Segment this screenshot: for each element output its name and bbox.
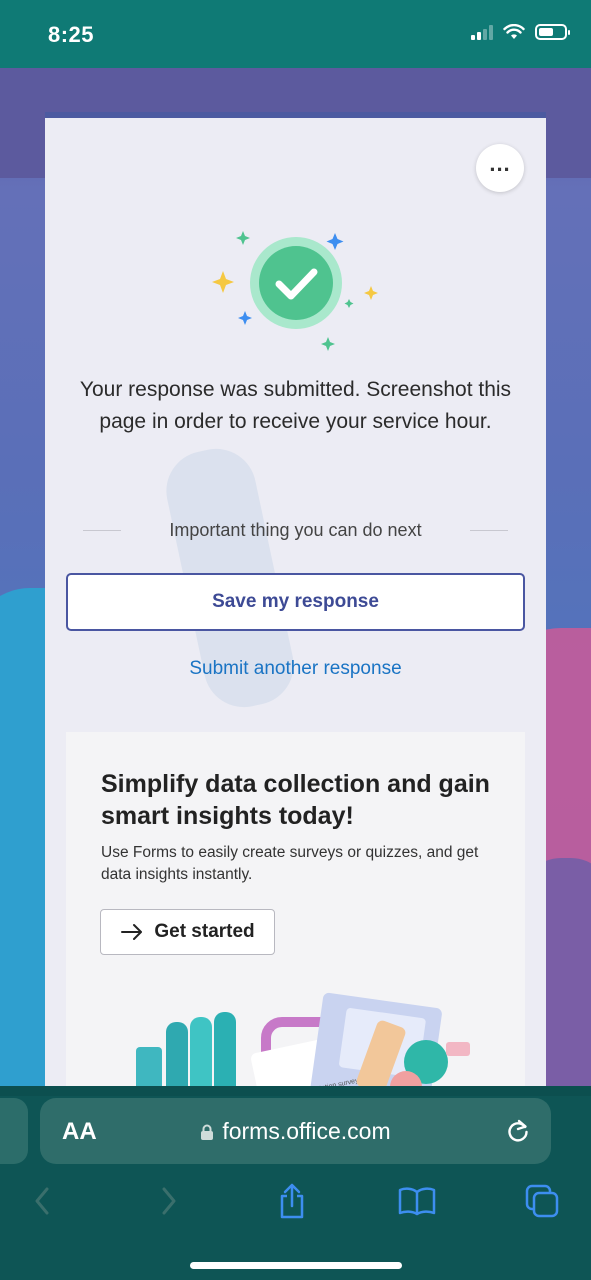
bookmarks-icon bbox=[398, 1187, 436, 1216]
back-button[interactable] bbox=[22, 1181, 62, 1221]
url-display[interactable]: forms.office.com bbox=[40, 1118, 551, 1145]
promo-illustration: Customer expectation survey bbox=[136, 992, 470, 1086]
tabs-icon bbox=[525, 1184, 559, 1218]
save-response-button[interactable]: Save my response bbox=[66, 573, 525, 631]
success-check-icon bbox=[212, 231, 378, 351]
back-icon bbox=[35, 1187, 49, 1215]
forward-icon bbox=[162, 1187, 176, 1215]
url-text: forms.office.com bbox=[222, 1118, 391, 1144]
more-options-button[interactable]: ... bbox=[476, 144, 524, 192]
wifi-icon bbox=[503, 24, 525, 39]
status-bar: 8:25 bbox=[0, 0, 591, 68]
submit-another-link[interactable]: Submit another response bbox=[66, 658, 525, 680]
reload-icon[interactable] bbox=[505, 1118, 531, 1144]
next-steps-heading: Important thing you can do next bbox=[169, 519, 422, 540]
share-button[interactable] bbox=[272, 1181, 312, 1221]
previous-tab-peek[interactable] bbox=[0, 1098, 28, 1164]
promo-description: Use Forms to easily create surveys or qu… bbox=[101, 844, 479, 883]
tabs-button[interactable] bbox=[522, 1181, 562, 1221]
submission-message: Your response was submitted. Screenshot … bbox=[79, 378, 512, 433]
cellular-signal-icon bbox=[471, 24, 493, 40]
arrow-right-icon bbox=[121, 924, 143, 940]
share-icon bbox=[280, 1183, 304, 1219]
lock-icon bbox=[201, 1124, 214, 1140]
browser-toolbar bbox=[0, 1181, 591, 1221]
bookmarks-button[interactable] bbox=[397, 1181, 437, 1221]
home-indicator[interactable] bbox=[190, 1262, 402, 1269]
status-icons bbox=[471, 24, 570, 40]
browser-bottom-bar: AA forms.office.com bbox=[0, 1086, 591, 1280]
forward-button[interactable] bbox=[149, 1181, 189, 1221]
get-started-label: Get started bbox=[154, 921, 255, 942]
status-time: 8:25 bbox=[48, 22, 95, 47]
address-bar[interactable]: AA forms.office.com bbox=[40, 1098, 551, 1164]
forms-promo-panel: Simplify data collection and gain smart … bbox=[66, 732, 525, 1086]
battery-icon bbox=[535, 24, 570, 40]
get-started-button[interactable]: Get started bbox=[100, 909, 275, 955]
next-steps-divider: Important thing you can do next bbox=[83, 518, 508, 542]
response-card: ... Your response was submitted. Screens… bbox=[45, 112, 546, 1086]
promo-title: Simplify data collection and gain smart … bbox=[101, 770, 490, 830]
